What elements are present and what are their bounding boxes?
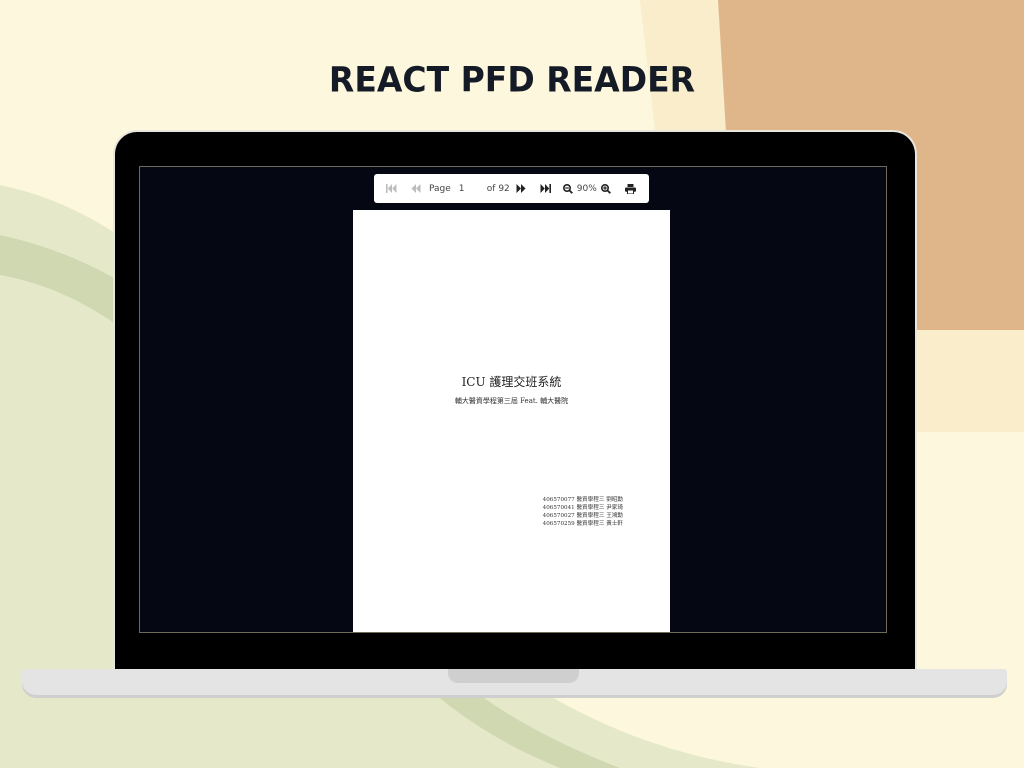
zoom-out-icon <box>562 183 573 194</box>
author-line: 406570041 醫資學程三 尹家琦 <box>542 505 623 511</box>
prev-page-icon <box>411 184 421 193</box>
zoom-out-button[interactable] <box>562 183 573 194</box>
pdf-page: ICU 護理交班系統 輔大醫資學程第三屆 Feat. 輔大醫院 40657007… <box>353 210 670 632</box>
page-label: Page <box>429 183 451 194</box>
pdf-toolbar: Page of 92 90% <box>374 174 649 203</box>
last-page-icon <box>540 184 551 193</box>
print-button[interactable] <box>624 183 636 194</box>
pdf-viewer-screen: Page of 92 90% ICU 護理交班系統 輔大醫資學程第三屆 Feat… <box>139 166 887 633</box>
document-title: ICU 護理交班系統 <box>461 375 562 389</box>
document-subtitle: 輔大醫資學程第三屆 Feat. 輔大醫院 <box>454 397 569 405</box>
author-list: 406570077 醫資學程三 劉昭勳 406570041 醫資學程三 尹家琦 … <box>543 496 623 528</box>
author-line: 406570027 醫資學程三 王鴻勳 <box>542 513 623 519</box>
page-number-input[interactable] <box>458 181 483 196</box>
print-icon <box>624 183 636 194</box>
last-page-button[interactable] <box>540 184 551 193</box>
zoom-in-icon <box>600 183 611 194</box>
first-page-button[interactable] <box>386 184 397 193</box>
laptop-notch <box>448 669 579 683</box>
zoom-level: 90% <box>576 183 597 194</box>
next-page-button[interactable] <box>516 184 526 193</box>
prev-page-button[interactable] <box>411 184 421 193</box>
zoom-in-button[interactable] <box>600 183 611 194</box>
author-line: 406570259 醫資學程三 黃士軒 <box>542 521 623 527</box>
page-headline: REACT PFD READER <box>328 59 696 100</box>
author-line: 406570077 醫資學程三 劉昭勳 <box>542 497 623 503</box>
next-page-icon <box>516 184 526 193</box>
total-pages-label: of 92 <box>486 183 510 194</box>
first-page-icon <box>386 184 397 193</box>
